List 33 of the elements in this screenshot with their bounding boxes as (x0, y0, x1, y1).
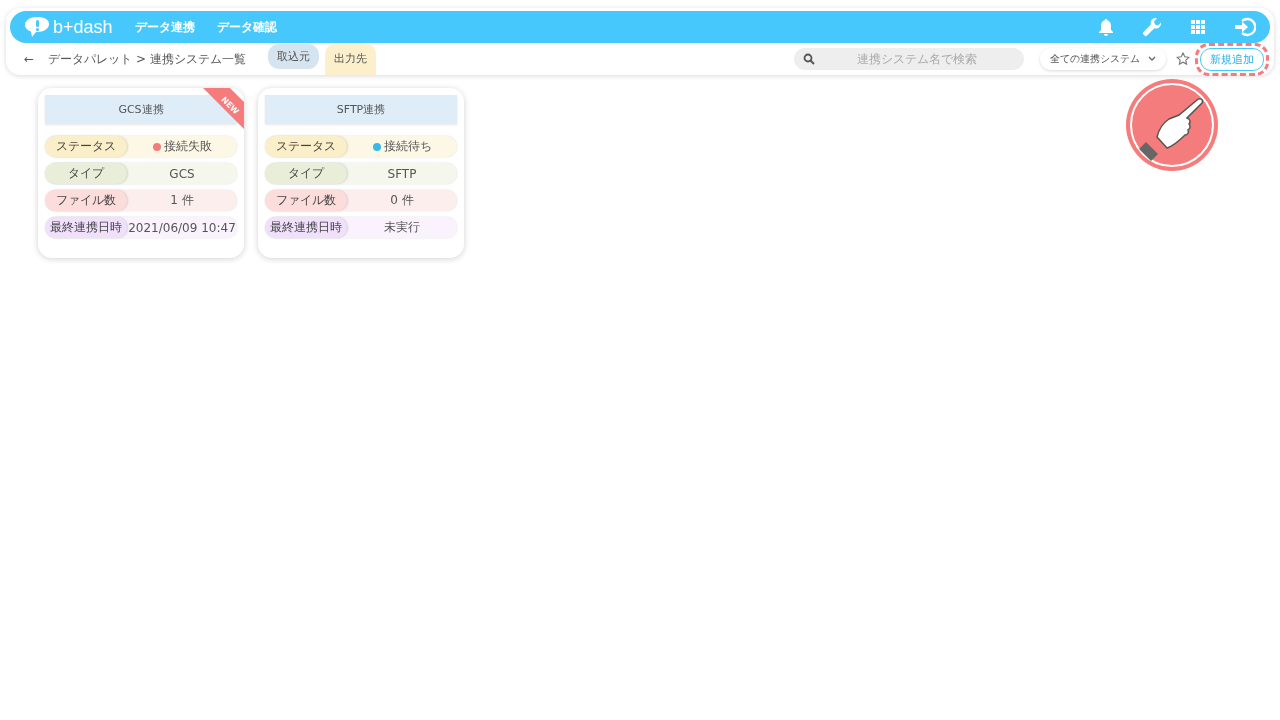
row-value: 接続待ち (383, 138, 432, 155)
row-label: タイプ (265, 163, 347, 184)
search-field[interactable]: 連携システム名で検索 (794, 48, 1024, 70)
row-label: ファイル数 (265, 190, 347, 211)
row-label: ファイル数 (45, 190, 127, 211)
filter-dropdown[interactable]: 全ての連携システム (1040, 48, 1166, 70)
row-value: GCS (169, 166, 195, 181)
row-label: ステータス (45, 136, 127, 157)
tab[interactable]: 出力先 (324, 43, 376, 75)
row-label: ステータス (265, 136, 347, 157)
grid-icon[interactable] (1190, 19, 1206, 35)
row-value: 0 件 (390, 192, 414, 209)
chevron-down-icon (1148, 56, 1156, 62)
row-value: 未実行 (384, 219, 420, 236)
login-icon[interactable] (1234, 17, 1256, 37)
star-icon[interactable] (1176, 52, 1190, 66)
tab[interactable]: 取込元 (267, 44, 319, 69)
row-value: 1 件 (170, 192, 194, 209)
bell-icon[interactable] (1098, 18, 1114, 36)
breadcrumb: データパレット > 連携システム一覧 (48, 50, 246, 68)
pointing-hand-icon (1125, 77, 1219, 172)
row-label: 最終連携日時 (265, 217, 347, 238)
card-title: SFTP連携 (265, 95, 457, 124)
back-button[interactable]: ← (24, 52, 35, 66)
row-value: 接続失敗 (163, 138, 212, 155)
row-value: SFTP (387, 166, 417, 181)
row-label: 最終連携日時 (45, 217, 127, 238)
logo-icon (24, 16, 50, 38)
logo-text: b+dash (53, 16, 113, 38)
wrench-icon[interactable] (1142, 17, 1162, 37)
row-label: タイプ (45, 163, 127, 184)
row-value: 2021/06/09 10:47 (128, 220, 236, 235)
system-card[interactable]: SFTP連携 ステータス 接続待ち タイプ SFTP ファイル数 0 件 最終連携日時 未実行 (258, 88, 464, 258)
